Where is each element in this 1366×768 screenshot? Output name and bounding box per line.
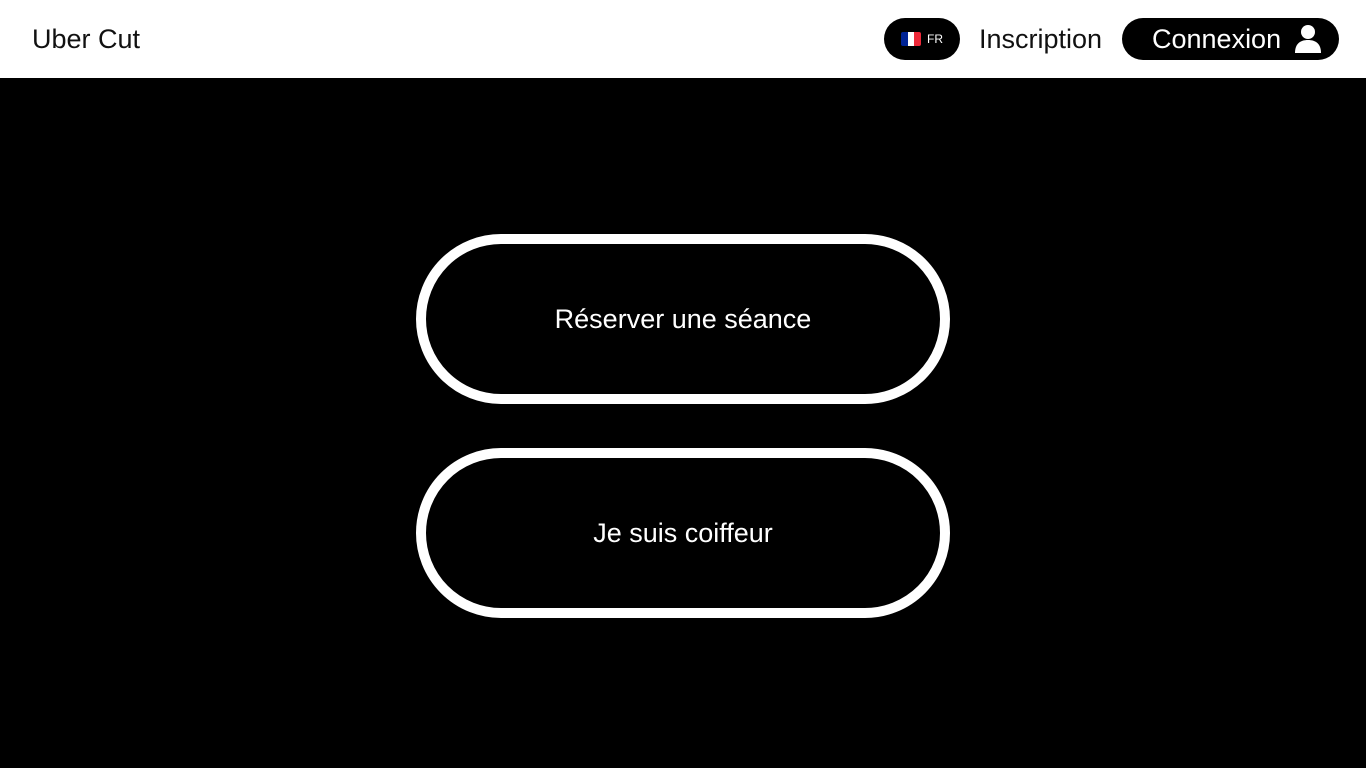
user-icon xyxy=(1295,25,1321,53)
brand-logo-text[interactable]: Uber Cut xyxy=(32,0,140,78)
signup-link[interactable]: Inscription xyxy=(979,0,1102,78)
flag-stripe-red xyxy=(914,32,921,46)
language-code: FR xyxy=(927,32,943,46)
top-navigation-bar: Uber Cut FR Inscription Connexion xyxy=(0,0,1366,78)
france-flag-icon xyxy=(901,32,921,46)
flag-stripe-blue xyxy=(901,32,908,46)
login-button-label: Connexion xyxy=(1152,23,1282,54)
language-selector-button[interactable]: FR xyxy=(884,18,960,60)
login-button[interactable]: Connexion xyxy=(1122,18,1339,60)
main-content: Réserver une séance Je suis coiffeur xyxy=(0,78,1366,768)
barber-signup-button[interactable]: Je suis coiffeur xyxy=(416,448,950,618)
book-session-button[interactable]: Réserver une séance xyxy=(416,234,950,404)
flag-stripe-white xyxy=(907,32,915,46)
